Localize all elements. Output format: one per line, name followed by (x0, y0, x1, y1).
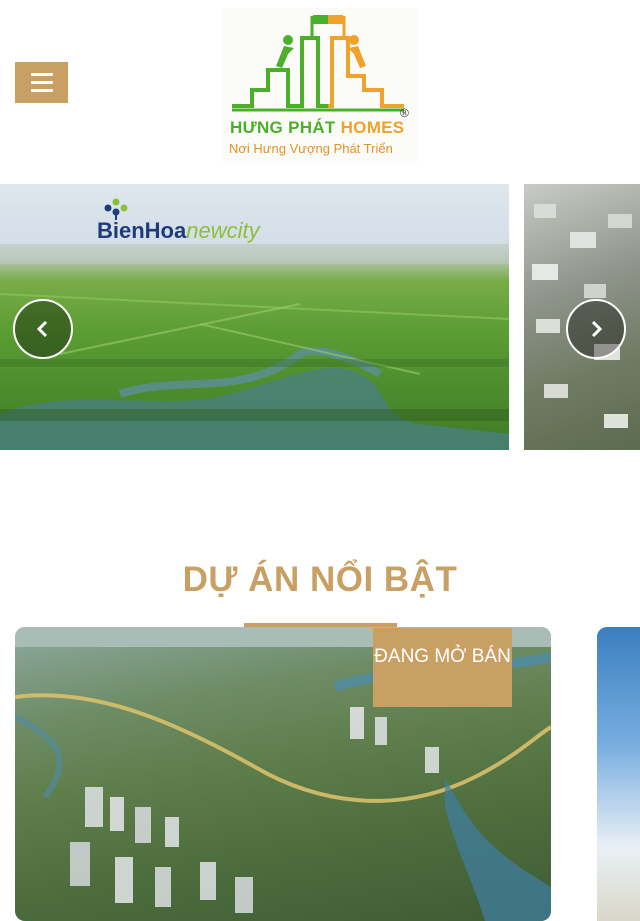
hero-slider[interactable]: BienHoanewcity (0, 184, 640, 450)
slide-bienhoa-newcity[interactable]: BienHoanewcity (0, 184, 509, 450)
status-badge: ĐANG MỞ BÁN (373, 628, 512, 707)
menu-button[interactable] (15, 62, 68, 103)
slider-next-button[interactable] (566, 299, 626, 359)
skyline-logo-icon (232, 15, 404, 112)
featured-projects-title: DỰ ÁN NỔI BẬT (182, 560, 458, 599)
next-project-card-preview[interactable] (597, 627, 640, 921)
chevron-left-icon (36, 320, 48, 338)
chevron-right-icon (591, 320, 603, 338)
leaf-logo-icon (104, 198, 128, 220)
brand-name: HƯNG PHÁT HOMES (230, 118, 404, 138)
brand-tagline: Nơi Hưng Vượng Phát Triển (229, 141, 393, 156)
hamburger-icon-line (30, 89, 53, 92)
slide-logo-part2: newcity (186, 218, 260, 243)
bienhoa-newcity-logo: BienHoanewcity (97, 198, 260, 244)
badge-accent-line (244, 623, 397, 627)
site-header: HƯNG PHÁT HOMES ® Nơi Hưng Vượng Phát Tr… (0, 0, 640, 170)
slider-prev-button[interactable] (13, 299, 73, 359)
registered-mark: ® (400, 106, 409, 120)
slide-logo-part1: BienHoa (97, 218, 187, 243)
hamburger-icon (30, 73, 53, 76)
hamburger-icon-line (30, 81, 53, 84)
brand-name-part2: HOMES (340, 118, 405, 137)
brand-name-part1: HƯNG PHÁT (230, 118, 341, 137)
brand-logo[interactable]: HƯNG PHÁT HOMES ® Nơi Hưng Vượng Phát Tr… (222, 8, 418, 163)
